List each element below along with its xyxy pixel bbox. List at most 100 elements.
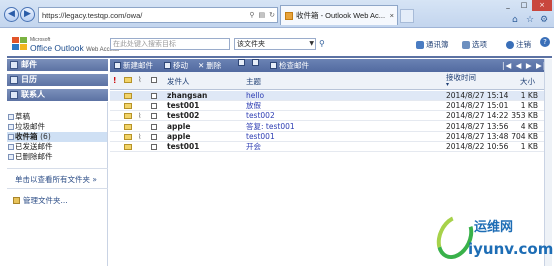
logout-link[interactable]: 注销 xyxy=(506,39,531,50)
nav-contacts-label: 联系人 xyxy=(21,90,45,99)
move-button[interactable]: 移动 xyxy=(164,59,188,72)
row-checkbox[interactable] xyxy=(151,113,157,120)
folder-label: 草稿 xyxy=(15,112,30,121)
envelope-icon xyxy=(124,93,132,99)
message-date: 2014/8/27 13:56 xyxy=(446,121,509,131)
folder-tree-spacer xyxy=(7,102,108,112)
message-size: 1 KB xyxy=(520,142,538,151)
address-bar[interactable]: https://legacy.testqp.com/owa/ ⚲ ▤ ↻ xyxy=(38,7,278,23)
nav-mail[interactable]: 邮件 xyxy=(7,59,108,71)
subject-column[interactable]: 主题 xyxy=(246,76,261,87)
folder-icon xyxy=(8,144,14,150)
tab-close-icon[interactable]: × xyxy=(390,11,394,20)
owa-brand: Microsoft Office Outlook Web Access xyxy=(30,36,119,54)
attachment-column-icon[interactable]: ⌇ xyxy=(138,75,142,84)
size-column[interactable]: 大小 xyxy=(520,76,535,87)
check-mail-button[interactable]: 检查邮件 xyxy=(270,59,309,72)
nav-contacts[interactable]: 联系人 xyxy=(7,89,108,101)
message-sender: apple xyxy=(167,131,191,141)
folder-deleted[interactable]: 已删除邮件 xyxy=(7,152,107,162)
watermark-site: iyunv.com xyxy=(468,240,554,258)
row-checkbox[interactable] xyxy=(151,103,157,110)
folder-icon xyxy=(8,124,14,130)
message-date: 2014/8/27 15:14 xyxy=(446,91,509,100)
view-all-folders-link[interactable]: 单击以查看所有文件夹 » xyxy=(15,174,97,185)
nav-calendar-label: 日历 xyxy=(21,75,37,84)
folder-drafts[interactable]: 草稿 xyxy=(7,112,107,122)
envelope-icon xyxy=(124,133,132,140)
received-column[interactable]: 接收时间 xyxy=(446,72,476,83)
star-icon[interactable]: ☆ xyxy=(526,15,534,25)
close-window-button[interactable]: × xyxy=(532,0,552,11)
header-divider xyxy=(7,56,552,58)
tab-title: 收件箱 - Outlook Web Ac... xyxy=(296,11,386,20)
folder-junk[interactable]: 垃圾邮件 xyxy=(7,122,107,132)
minimize-button[interactable]: _ xyxy=(500,0,516,11)
check-mail-label: 检查邮件 xyxy=(279,61,309,70)
message-row[interactable]: ⌇ test002 test002 2014/8/27 14:22 353 KB xyxy=(110,111,544,122)
from-column[interactable]: 发件人 xyxy=(167,76,190,87)
folder-inbox[interactable]: 收件箱 (6) xyxy=(7,132,107,142)
message-size: 353 KB xyxy=(511,111,538,121)
delete-button[interactable]: ✕ 删除 xyxy=(198,59,221,72)
select-all-checkbox[interactable] xyxy=(151,77,157,83)
help-icon[interactable]: ? xyxy=(540,37,550,47)
new-tab-button[interactable] xyxy=(400,9,414,23)
home-icon[interactable]: ⌂ xyxy=(512,15,518,25)
message-row[interactable]: ⌇ apple test001 2014/8/27 13:48 704 KB xyxy=(110,131,544,142)
message-date: 2014/8/27 13:48 xyxy=(446,131,509,141)
folder-list: 草稿 垃圾邮件 收件箱 (6) 已发送邮件 已删除邮件 xyxy=(7,112,108,162)
nav-calendar[interactable]: 日历 xyxy=(7,74,108,86)
move-label: 移动 xyxy=(173,61,188,70)
mail-icon xyxy=(10,61,18,69)
message-size: 1 KB xyxy=(520,91,538,100)
importance-column[interactable]: ! xyxy=(113,76,116,85)
search-icon[interactable]: ⚲ xyxy=(249,11,254,19)
message-date: 2014/8/27 15:01 xyxy=(446,101,509,111)
trash-icon xyxy=(8,154,14,160)
options-link[interactable]: 选项 xyxy=(462,39,487,50)
message-row[interactable]: zhangsan hello 2014/8/27 15:14 1 KB xyxy=(110,91,544,101)
watermark-logo: 运维网 iyunv.com xyxy=(429,208,554,266)
folder-label: 收件箱 xyxy=(15,132,38,141)
row-checkbox[interactable] xyxy=(151,123,157,130)
address-book-label: 通讯簿 xyxy=(426,40,449,49)
row-checkbox[interactable] xyxy=(151,93,157,99)
message-row[interactable]: test001 开会 2014/8/22 10:56 1 KB xyxy=(110,142,544,152)
address-book-link[interactable]: 通讯簿 xyxy=(416,39,449,50)
back-arrow-icon[interactable]: ◀ xyxy=(4,7,19,22)
options-label: 选项 xyxy=(472,40,487,49)
folder-label: 垃圾邮件 xyxy=(15,122,45,131)
gear-icon[interactable]: ⚙ xyxy=(540,15,548,25)
reply-button[interactable] xyxy=(238,59,247,66)
forward-button[interactable] xyxy=(252,59,261,66)
browser-tab[interactable]: 收件箱 - Outlook Web Ac... × xyxy=(280,5,398,25)
row-checkbox[interactable] xyxy=(151,133,157,140)
address-url[interactable]: https://legacy.testqp.com/owa/ xyxy=(42,11,247,20)
pager-controls[interactable]: |◀ ◀ ▶ ▶| xyxy=(502,59,546,72)
maximize-button[interactable]: □ xyxy=(516,0,532,11)
message-subject: test002 xyxy=(246,111,275,121)
envelope-icon xyxy=(124,123,132,130)
chevron-down-icon: ▼ xyxy=(309,40,314,47)
forward-arrow-icon[interactable]: ▶ xyxy=(20,7,35,22)
search-input[interactable]: 在此处键入搜索目标 xyxy=(110,38,230,50)
refresh-icon[interactable]: ↻ xyxy=(269,11,275,19)
move-icon xyxy=(164,62,171,69)
message-row[interactable]: apple 答复: test001 2014/8/27 13:56 4 KB xyxy=(110,121,544,132)
search-button[interactable]: ⚲ xyxy=(319,38,330,50)
row-checkbox[interactable] xyxy=(151,144,157,150)
left-divider xyxy=(7,168,108,169)
message-size: 704 KB xyxy=(511,131,538,141)
folder-icon xyxy=(13,197,20,204)
new-mail-button[interactable]: 新建邮件 xyxy=(114,59,153,72)
outlook-favicon-icon xyxy=(285,11,293,20)
search-scope-select[interactable]: 该文件夹 ▼ xyxy=(234,38,316,50)
envelope-column-icon[interactable] xyxy=(124,77,132,83)
message-row[interactable]: test001 放假 2014/8/27 15:01 1 KB xyxy=(110,101,544,112)
message-subject: test001 xyxy=(246,131,275,141)
manage-folders-link[interactable]: 管理文件夹... xyxy=(13,195,68,206)
attachment-icon: ⌇ xyxy=(138,132,142,141)
attachment-icon: ⌇ xyxy=(138,112,142,121)
folder-sent[interactable]: 已发送邮件 xyxy=(7,142,107,152)
